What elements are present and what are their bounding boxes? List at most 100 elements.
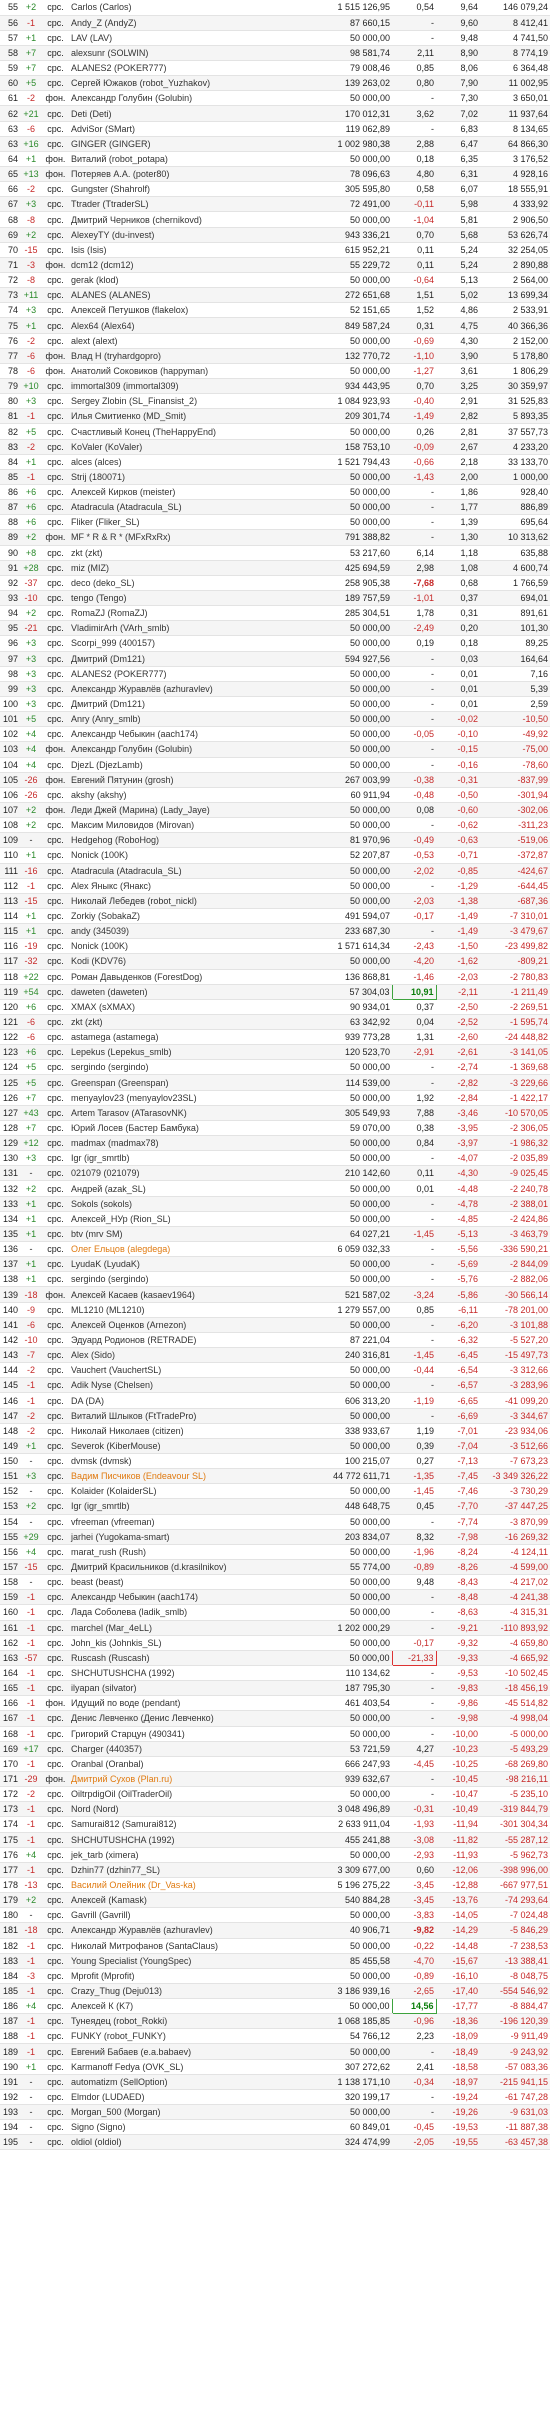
trader-name-link[interactable]: Igr (igr_smrtlb) [69,1498,304,1515]
trader-name-link[interactable]: alces (alces) [69,454,304,470]
trader-name-link[interactable]: Николай Митрофанов (SantaClaus) [69,1938,304,1954]
trader-name-link[interactable]: Vauchert (VauchertSL) [69,1362,304,1379]
trader-name-link[interactable]: Morgan_500 (Morgan) [69,2104,304,2121]
trader-name-link[interactable]: SHCHUTUSHCHA (1992) [69,1665,304,1682]
trader-name-link[interactable]: Григорий Старцун (490341) [69,1726,304,1742]
trader-name-link[interactable]: Виталий (robot_potapa) [69,151,304,168]
trader-name-link[interactable]: beast (beast) [69,1574,304,1591]
trader-name-link[interactable]: Greenspan (Greenspan) [69,1074,304,1091]
trader-name-link[interactable]: Anry (Anry_smlb) [69,711,304,728]
trader-name-link[interactable]: Николай Лебедев (robot_nickl) [69,893,304,909]
trader-name-link[interactable]: Александр Чебыкин (aach174) [69,1589,304,1606]
trader-name-link[interactable]: Анатолий Соковиков (happyman) [69,363,304,380]
trader-name-link[interactable]: menyaylov23 (menyaylov23SL) [69,1090,304,1106]
trader-name-link[interactable]: Дмитрий (Dm121) [69,651,304,667]
trader-name-link[interactable]: Алексей Оценков (Arnezon) [69,1317,304,1333]
trader-name-link[interactable]: Тунеядец (robot_Rokki) [69,2013,304,2030]
trader-name-link[interactable]: Олег Ельцов (alegdega) [69,1241,304,1258]
trader-name-link[interactable]: Karmanoff Fedya (OVK_SL) [69,2059,304,2075]
trader-name-link[interactable]: Василий Олейник (Dr_Vas-ka) [69,1877,304,1894]
trader-name-link[interactable]: FUNKY (robot_FUNKY) [69,2028,304,2045]
trader-name-link[interactable]: Severok (KiberMouse) [69,1438,304,1455]
trader-name-link[interactable]: KoValer (KoValer) [69,439,304,455]
trader-name-link[interactable]: Carlos (Carlos) [69,0,304,16]
trader-name-link[interactable]: Ruscash (Ruscash) [69,1650,304,1666]
trader-name-link[interactable]: alext (alext) [69,333,304,349]
trader-name-link[interactable]: John_kis (Johnkis_SL) [69,1635,304,1651]
trader-name-link[interactable]: Igr (igr_smrtlb) [69,1150,304,1167]
trader-name-link[interactable]: Kolaider (KolaiderSL) [69,1483,304,1500]
trader-name-link[interactable]: Kodi (KDV76) [69,953,304,970]
trader-name-link[interactable]: Дмитрий Черников (chernikovd) [69,211,304,228]
trader-name-link[interactable]: LAV (LAV) [69,30,304,46]
trader-name-link[interactable]: automatizm (SellOption) [69,2074,304,2090]
trader-name-link[interactable]: daweten (daweten) [69,984,304,1000]
trader-name-link[interactable]: SHCHUTUSHCHA (1992) [69,1832,304,1848]
trader-name-link[interactable]: ALANES (ALANES) [69,287,304,304]
trader-name-link[interactable]: Deti (Deti) [69,105,304,122]
trader-name-link[interactable]: Александр Журавлёв (azhuravlev) [69,681,304,697]
trader-name-link[interactable]: Atadracula (Atadracula_SL) [69,499,304,516]
trader-name-link[interactable]: jarhei (Yugokama-smart) [69,1529,304,1545]
trader-name-link[interactable]: Samurai812 (Samurai812) [69,1816,304,1833]
trader-name-link[interactable]: Юрий Лосев (Бастер Бамбука) [69,1120,304,1137]
trader-name-link[interactable]: Nonick (100K) [69,847,304,864]
trader-name-link[interactable]: ALANES2 (POKER777) [69,60,304,77]
trader-name-link[interactable]: miz (MIZ) [69,560,304,576]
trader-name-link[interactable]: Александр Чебыкин (aach174) [69,726,304,743]
trader-name-link[interactable]: Евгений Бабаев (e.a.babaev) [69,2043,304,2060]
trader-name-link[interactable]: Александр Голубин (Golubin) [69,741,304,758]
trader-name-link[interactable]: akshy (akshy) [69,787,304,803]
trader-name-link[interactable]: Денис Левченко (Денис Левченко) [69,1710,304,1727]
trader-name-link[interactable]: ML1210 (ML1210) [69,1302,304,1318]
trader-name-link[interactable]: XMAX (sXMAX) [69,999,304,1015]
trader-name-link[interactable]: GINGER (GINGER) [69,136,304,152]
trader-name-link[interactable]: marat_rush (Rush) [69,1544,304,1560]
trader-name-link[interactable]: DA (DA) [69,1392,304,1409]
trader-name-link[interactable]: Сергей Южаков (robot_Yuzhakov) [69,75,304,92]
trader-name-link[interactable]: Счастливый Конец (TheHappyEnd) [69,423,304,440]
trader-name-link[interactable]: Alex Яныкс (Янакс) [69,878,304,894]
trader-name-link[interactable]: Oranbal (Oranbal) [69,1756,304,1772]
trader-name-link[interactable]: tengo (Tengo) [69,590,304,607]
trader-name-link[interactable]: Signo (Signo) [69,2119,304,2136]
trader-name-link[interactable]: Dzhin77 (dzhin77_SL) [69,1862,304,1878]
trader-name-link[interactable]: Максим Миловидов (Mirovan) [69,817,304,834]
trader-name-link[interactable]: AlexeyTY (du-invest) [69,227,304,243]
trader-name-link[interactable]: Nonick (100K) [69,938,304,955]
trader-name-link[interactable]: immortal309 (immortal309) [69,378,304,395]
trader-name-link[interactable]: Fliker (Fliker_SL) [69,514,304,531]
trader-name-link[interactable]: zkt (zkt) [69,1014,304,1031]
trader-name-link[interactable]: gerak (klod) [69,272,304,289]
trader-name-link[interactable]: Идущий по воде (pendant) [69,1695,304,1712]
trader-name-link[interactable]: Hedgehog (RoboHog) [69,832,304,849]
trader-name-link[interactable]: Эдуард Родионов (RETRADE) [69,1332,304,1349]
trader-name-link[interactable]: Alex (Sido) [69,1347,304,1364]
trader-name-link[interactable]: ALANES2 (POKER777) [69,666,304,682]
trader-name-link[interactable]: Charger (440357) [69,1741,304,1757]
trader-name-link[interactable]: Nord (Nord) [69,1801,304,1818]
trader-name-link[interactable]: Алексей Касаев (kasaev1964) [69,1286,304,1303]
trader-name-link[interactable]: AdviSor (SMart) [69,121,304,137]
trader-name-link[interactable]: Алексей К (K7) [69,1998,304,2015]
trader-name-link[interactable]: Gungster (Shahrolf) [69,181,304,198]
trader-name-link[interactable]: Elmdor (LUDAED) [69,2089,304,2106]
trader-name-link[interactable]: Zorkiy (SobakaZ) [69,908,304,925]
trader-name-link[interactable]: Виталий Шлыков (FtTradePro) [69,1408,304,1424]
trader-name-link[interactable]: Isis (Isis) [69,242,304,258]
trader-name-link[interactable]: Алексей Кирков (meister) [69,484,304,501]
trader-name-link[interactable]: Дмитрий Красильников (d.krasilnikov) [69,1559,304,1576]
trader-name-link[interactable]: 021079 (021079) [69,1165,304,1182]
trader-name-link[interactable]: jek_tarb (ximera) [69,1847,304,1863]
trader-name-link[interactable]: Николай Николаев (citizen) [69,1423,304,1439]
trader-name-link[interactable]: deco (deko_SL) [69,575,304,591]
trader-name-link[interactable]: Алексей_НУр (Rion_SL) [69,1211,304,1227]
trader-name-link[interactable]: vfreeman (vfreeman) [69,1514,304,1530]
trader-name-link[interactable]: Strij (180071) [69,469,304,486]
trader-name-link[interactable]: Mprofit (Mprofit) [69,1968,304,1984]
trader-name-link[interactable]: Alex64 (Alex64) [69,317,304,334]
trader-name-link[interactable]: oldiol (oldiol) [69,2134,304,2151]
trader-name-link[interactable]: Илья Смитиенко (MD_Smit) [69,408,304,425]
trader-name-link[interactable]: Ttrader (TtraderSL) [69,196,304,213]
trader-name-link[interactable]: sergindo (sergindo) [69,1271,304,1288]
